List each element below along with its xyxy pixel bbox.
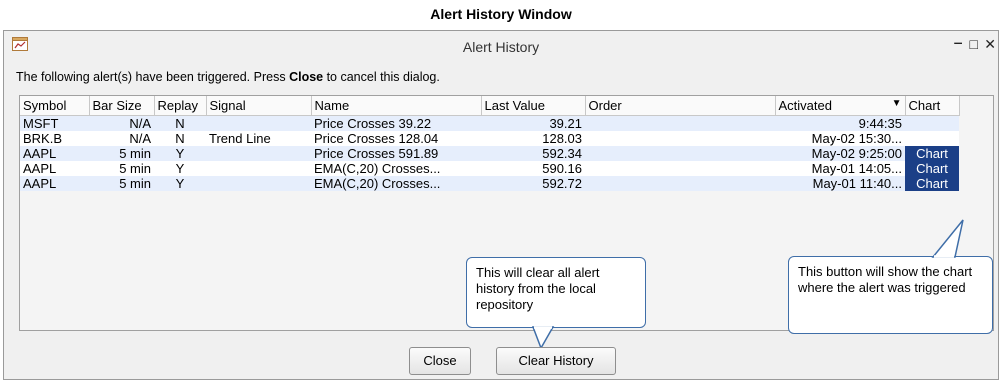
chart-button[interactable]: Chart	[905, 161, 959, 176]
table-row[interactable]: AAPL 5 min Y Price Crosses 591.89 592.34 May-…	[20, 146, 959, 161]
cell-signal	[206, 176, 311, 191]
clear-history-callout: This will clear all alert history from t…	[466, 257, 646, 328]
window-title: Alert History	[462, 39, 540, 55]
cell-order	[585, 146, 775, 161]
cell-replay: N	[154, 131, 206, 146]
column-header-signal[interactable]: Signal	[206, 96, 312, 116]
cell-chart: Chart	[905, 161, 959, 176]
cell-last-value: 592.34	[481, 146, 585, 161]
message-text-before: The following alert(s) have been trigger…	[16, 70, 290, 84]
cell-bar-size: 5 min	[89, 161, 154, 176]
cell-name: Price Crosses 39.22	[311, 115, 481, 131]
maximize-icon[interactable]: □	[970, 36, 978, 52]
column-header-chart[interactable]: Chart	[905, 96, 960, 116]
cell-replay: N	[154, 115, 206, 131]
column-header-bar-size[interactable]: Bar Size	[89, 96, 155, 116]
message-close-keyword: Close	[289, 70, 324, 84]
cell-activated: May-02 15:30...	[775, 131, 905, 146]
column-header-activated[interactable]: Activated ▼	[775, 96, 906, 116]
cell-symbol: AAPL	[20, 161, 89, 176]
column-header-name[interactable]: Name	[311, 96, 482, 116]
table-row[interactable]: AAPL 5 min Y EMA(C,20) Crosses... 590.16 May-…	[20, 161, 959, 176]
cell-activated: May-01 14:05...	[775, 161, 905, 176]
cell-order	[585, 115, 775, 131]
cell-chart	[905, 115, 959, 131]
cell-symbol: AAPL	[20, 176, 89, 191]
cell-last-value: 590.16	[481, 161, 585, 176]
cell-last-value: 39.21	[481, 115, 585, 131]
column-header-activated-label: Activated	[778, 98, 832, 113]
cell-bar-size: N/A	[89, 115, 154, 131]
cell-signal: Trend Line	[206, 131, 311, 146]
minimize-icon[interactable]: ‒	[954, 34, 962, 50]
cell-chart: Chart	[905, 146, 959, 161]
column-header-replay[interactable]: Replay	[154, 96, 207, 116]
chart-button-callout: This button will show the chart where th…	[788, 256, 993, 334]
cell-replay: Y	[154, 176, 206, 191]
figure-caption: Alert History Window	[430, 6, 572, 22]
chart-button-callout-pointer	[931, 219, 964, 258]
cell-last-value: 592.72	[481, 176, 585, 191]
cell-bar-size: N/A	[89, 131, 154, 146]
cell-replay: Y	[154, 161, 206, 176]
cell-order	[585, 161, 775, 176]
cell-name: EMA(C,20) Crosses...	[311, 176, 481, 191]
title-bar: Alert History ‒ □ ✕	[4, 31, 998, 61]
cell-name: EMA(C,20) Crosses...	[311, 161, 481, 176]
chart-button[interactable]: Chart	[905, 176, 959, 191]
cell-replay: Y	[154, 146, 206, 161]
message-text-after: to cancel this dialog.	[323, 70, 440, 84]
cell-order	[585, 131, 775, 146]
table-row[interactable]: BRK.B N/A N Trend Line Price Crosses 128.04 1…	[20, 131, 959, 146]
cell-chart	[905, 131, 959, 146]
table-row[interactable]: MSFT N/A N Price Crosses 39.22 39.21 9:44:35	[20, 115, 959, 131]
cell-symbol: AAPL	[20, 146, 89, 161]
cell-signal	[206, 161, 311, 176]
table-header-row: Symbol Bar Size Replay Signal Name Last …	[20, 96, 960, 116]
cell-last-value: 128.03	[481, 131, 585, 146]
cell-bar-size: 5 min	[89, 146, 154, 161]
cell-activated: 9:44:35	[775, 115, 905, 131]
instruction-message: The following alert(s) have been trigger…	[16, 70, 440, 84]
cell-signal	[206, 115, 311, 131]
table-row[interactable]: AAPL 5 min Y EMA(C,20) Crosses... 592.72 May-…	[20, 176, 959, 191]
close-button[interactable]: Close	[409, 347, 471, 375]
sort-descending-icon: ▼	[891, 98, 902, 109]
cell-name: Price Crosses 591.89	[311, 146, 481, 161]
cell-symbol: BRK.B	[20, 131, 89, 146]
column-header-order[interactable]: Order	[585, 96, 776, 116]
column-header-last-value[interactable]: Last Value	[481, 96, 586, 116]
cell-activated: May-01 11:40...	[775, 176, 905, 191]
column-header-symbol[interactable]: Symbol	[20, 96, 90, 116]
cell-chart: Chart	[905, 176, 959, 191]
cell-symbol: MSFT	[20, 115, 89, 131]
close-icon[interactable]: ✕	[984, 36, 996, 53]
clear-history-button[interactable]: Clear History	[496, 347, 616, 375]
cell-signal	[206, 146, 311, 161]
chart-button[interactable]: Chart	[905, 146, 959, 161]
alert-history-window: Alert History ‒ □ ✕ The following alert(…	[3, 30, 999, 380]
cell-order	[585, 176, 775, 191]
cell-bar-size: 5 min	[89, 176, 154, 191]
cell-activated: May-02 9:25:00	[775, 146, 905, 161]
cell-name: Price Crosses 128.04	[311, 131, 481, 146]
